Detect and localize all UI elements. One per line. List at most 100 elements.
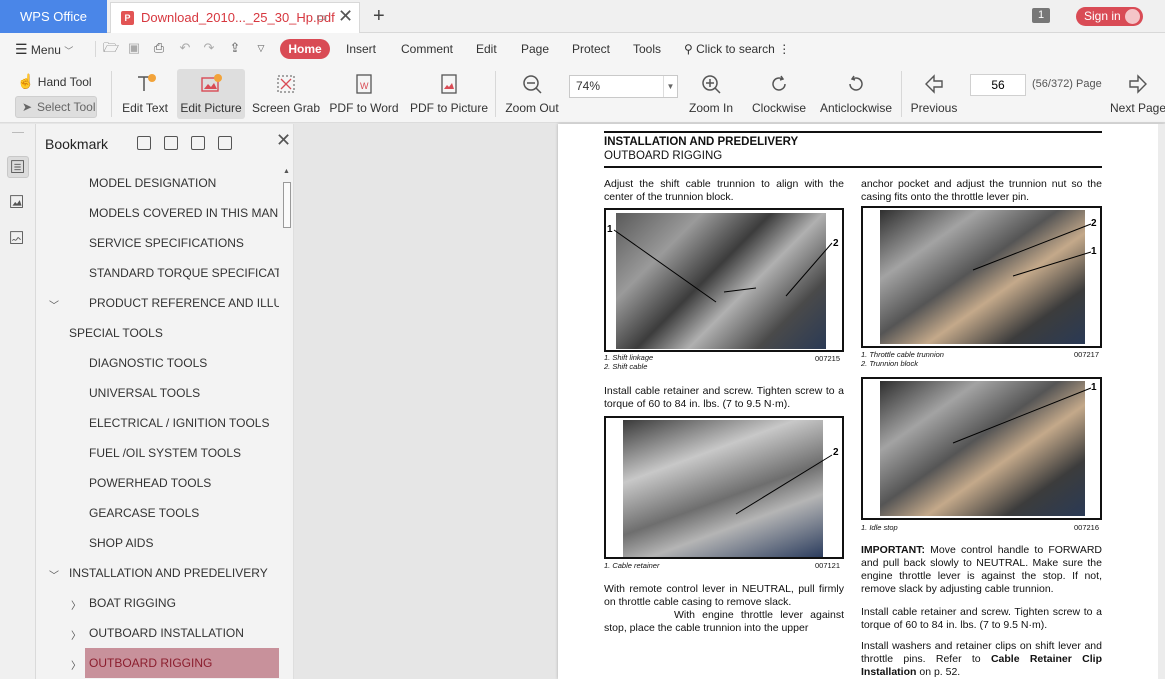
edit-picture-button[interactable]: Edit Picture (177, 69, 245, 119)
close-tab-icon[interactable]: ✕ (338, 2, 353, 31)
scroll-up-icon[interactable]: ▲ (283, 168, 290, 175)
edit-picture-label: Edit Picture (180, 101, 242, 115)
bookmark-item[interactable]: SERVICE SPECIFICATIONS (89, 228, 244, 258)
sign-in-button[interactable]: Sign in (1076, 7, 1143, 26)
zoom-value: 74% (576, 79, 601, 93)
window-icon[interactable]: ▭ (316, 3, 327, 32)
rotate-anticlockwise-icon (849, 75, 863, 91)
tab-comment[interactable]: Comment (401, 33, 453, 65)
anticlockwise-button[interactable]: Anticlockwise (818, 69, 894, 119)
zoom-in-button[interactable]: Zoom In (686, 69, 736, 119)
engine-photo: 2 (604, 416, 844, 559)
left-icon-strip (0, 124, 36, 679)
bookmark-item[interactable]: MODELS COVERED IN THIS MANU... (89, 198, 279, 228)
more-chevron-icon[interactable]: ▽ (254, 41, 268, 55)
pdf-to-word-icon: W (356, 74, 372, 94)
cursor-icon: ➤ (22, 100, 33, 114)
select-tool-button[interactable]: ➤ Select Tool (15, 96, 97, 118)
more-options-icon[interactable]: ⋮ (778, 42, 790, 56)
redo-icon[interactable]: ↷ (202, 41, 216, 55)
document-tab[interactable]: P Download_2010..._25_30_Hp.pdf ▭ ✕ (110, 2, 360, 33)
document-scrollbar[interactable] (1158, 124, 1165, 679)
figure-callout: 2 (833, 447, 839, 458)
bookmark-panel-icon[interactable] (7, 156, 29, 178)
sidebar-scrollbar[interactable]: ▲ (283, 168, 294, 679)
tab-home[interactable]: Home (280, 39, 330, 59)
bookmark-item[interactable]: DIAGNOSTIC TOOLS (89, 348, 207, 378)
signature-panel-icon[interactable] (7, 228, 29, 250)
chevron-down-icon[interactable]: ﹀ (49, 297, 59, 312)
chevron-right-icon[interactable]: 〉 (71, 627, 81, 642)
paragraph: Adjust the shift cable trunnion to align… (604, 178, 844, 203)
hamburger-icon: ☰ (15, 41, 28, 57)
zoom-out-button[interactable]: Zoom Out (502, 69, 562, 119)
edit-text-icon (138, 74, 156, 91)
bookmark-item[interactable]: FUEL /OIL SYSTEM TOOLS (89, 438, 241, 468)
figure-id: 007215 (815, 354, 841, 363)
new-tab-button[interactable]: + (373, 4, 385, 28)
dropdown-arrow-icon[interactable]: ▼ (663, 76, 677, 97)
bookmark-item[interactable]: STANDARD TORQUE SPECIFICATI... (89, 258, 279, 288)
tab-tools[interactable]: Tools (633, 33, 661, 65)
chevron-down-icon[interactable]: ﹀ (49, 567, 59, 582)
collapse-all-icon[interactable] (164, 136, 178, 150)
app-tab[interactable]: WPS Office (0, 0, 107, 33)
search-box[interactable]: ⚲ Click to search ⋮ (684, 33, 790, 65)
export-icon[interactable]: ⇪ (228, 41, 242, 55)
figure-callout: 2 (1091, 218, 1097, 229)
pdf-to-word-button[interactable]: W PDF to Word (328, 69, 400, 119)
menu-button[interactable]: ☰ Menu ﹀ (15, 33, 73, 67)
bookmark-item[interactable]: GEARCASE TOOLS (89, 498, 199, 528)
save-icon[interactable]: ▣ (127, 41, 141, 55)
bookmark-item[interactable]: INSTALLATION AND PREDELIVERY (69, 558, 268, 588)
pdf-to-picture-button[interactable]: PDF to Picture (410, 69, 488, 119)
tab-insert[interactable]: Insert (346, 33, 376, 65)
bookmark-item[interactable]: PRODUCT REFERENCE AND ILLUS... (89, 288, 279, 318)
scrollbar-thumb[interactable] (283, 182, 291, 228)
bookmark-options-icon[interactable] (218, 136, 232, 150)
edit-text-button[interactable]: Edit Text (118, 69, 172, 119)
paragraph: Install cable retainer and screw. Tighte… (861, 606, 1102, 631)
clockwise-button[interactable]: Clockwise (750, 69, 808, 119)
add-bookmark-icon[interactable] (191, 136, 205, 150)
zoom-level-select[interactable]: 74% ▼ (569, 75, 678, 98)
bookmark-item[interactable]: POWERHEAD TOOLS (89, 468, 211, 498)
hand-tool-button[interactable]: ☝ Hand Tool (17, 73, 92, 90)
document-viewport: INSTALLATION AND PREDELIVERY OUTBOARD RI… (295, 124, 1165, 679)
bookmark-item[interactable]: BOAT RIGGING (89, 588, 176, 618)
edit-picture-icon (201, 74, 222, 92)
bookmark-sidebar: Bookmark ✕ MODEL DESIGNATION MODELS COVE… (36, 124, 294, 679)
figure-callout: 1 (1091, 382, 1097, 393)
bookmark-item[interactable]: SHOP AIDS (89, 528, 153, 558)
print-icon[interactable]: ⎙ (152, 41, 166, 55)
pdf-to-picture-icon (441, 74, 457, 94)
document-tab-title: Download_2010..._25_30_Hp.pdf (141, 10, 335, 25)
page-header-subtitle: OUTBOARD RIGGING (604, 150, 723, 162)
bookmark-item-selected[interactable]: OUTBOARD RIGGING (85, 648, 279, 678)
page-number-input[interactable] (970, 74, 1026, 96)
tab-protect[interactable]: Protect (572, 33, 610, 65)
previous-page-button[interactable]: Previous (908, 69, 960, 119)
bookmark-item[interactable]: SPECIAL TOOLS (69, 318, 163, 348)
tab-edit[interactable]: Edit (476, 33, 497, 65)
page-header-title: INSTALLATION AND PREDELIVERY (604, 136, 799, 148)
chevron-right-icon[interactable]: 〉 (71, 597, 81, 612)
chevron-right-icon[interactable]: 〉 (71, 657, 81, 672)
screen-grab-button[interactable]: Screen Grab (252, 69, 320, 119)
expand-all-icon[interactable] (137, 136, 151, 150)
edit-text-label: Edit Text (122, 101, 168, 115)
window-count-badge[interactable]: 1 (1032, 8, 1050, 23)
arrow-right-icon (1128, 74, 1147, 94)
bookmark-item[interactable]: UNIVERSAL TOOLS (89, 378, 200, 408)
tab-page[interactable]: Page (521, 33, 549, 65)
bookmark-item[interactable]: OUTBOARD INSTALLATION (89, 618, 244, 648)
bookmark-item[interactable]: ELECTRICAL / IGNITION TOOLS (89, 408, 270, 438)
bookmark-item[interactable]: MODEL DESIGNATION (89, 168, 216, 198)
open-folder-icon[interactable]: 🗁 (103, 41, 119, 55)
close-panel-icon[interactable]: ✕ (276, 130, 291, 151)
undo-icon[interactable]: ↶ (178, 41, 192, 55)
thumbnail-panel-icon[interactable] (7, 192, 29, 214)
next-page-button[interactable]: Next Page (1110, 69, 1165, 119)
header-rule (604, 131, 1102, 133)
ribbon-toolbar: ☝ Hand Tool ➤ Select Tool Edit Text Edit … (0, 65, 1165, 123)
